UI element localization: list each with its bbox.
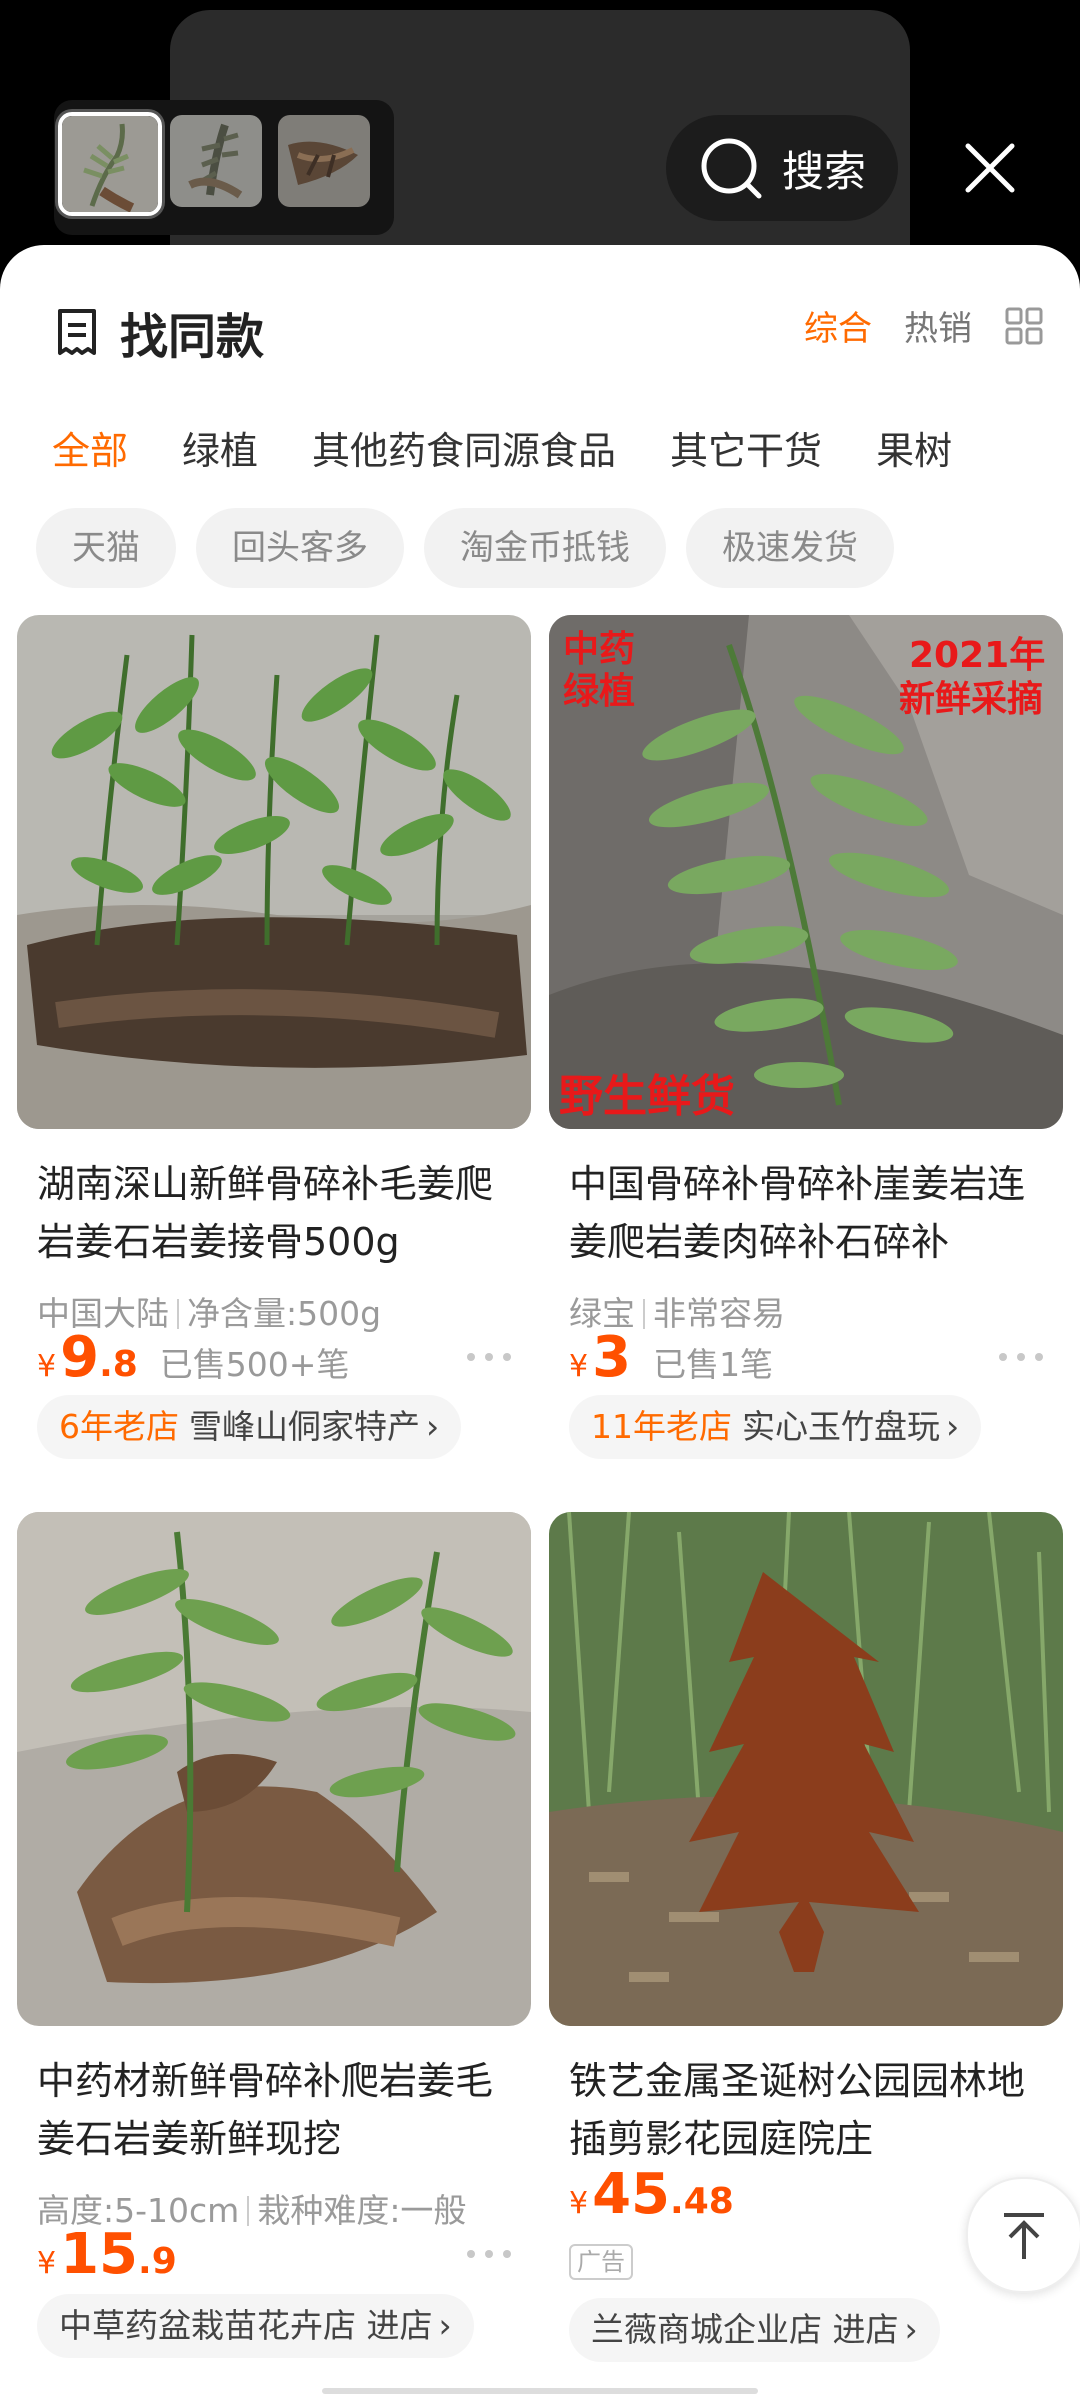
product-price: ¥ 15 .9	[37, 2222, 177, 2287]
sort-bestselling[interactable]: 热销	[904, 301, 972, 350]
back-to-top-button[interactable]	[966, 2177, 1080, 2293]
close-icon[interactable]	[962, 140, 1018, 196]
chevron-right-icon: ›	[946, 1407, 960, 1446]
attr-divider	[247, 2196, 250, 2226]
currency-symbol: ¥	[569, 1349, 589, 1384]
more-options-icon[interactable]	[467, 2250, 511, 2260]
list-icon	[58, 309, 96, 355]
overlay-text-top-left: 中药	[563, 629, 635, 670]
overlay-text-bottom-left: 野生鲜货	[559, 1071, 735, 1122]
arrow-up-icon	[1004, 2213, 1044, 2259]
shop-link[interactable]: 兰薇商城企业店 进店 ›	[569, 2298, 940, 2362]
sort-bar: 综合 热销 价格	[804, 301, 1044, 1069]
shop-link[interactable]: 6年老店 雪峰山侗家特产 ›	[37, 1395, 462, 1459]
more-options-icon[interactable]	[467, 1353, 511, 1363]
thumbnail-2[interactable]	[170, 115, 262, 207]
price-integer: 9	[60, 1325, 100, 1390]
chip-taojinbi[interactable]: 淘金币抵钱	[424, 508, 666, 588]
ad-badge: 广告	[569, 2244, 633, 2280]
attr-difficulty: 栽种难度:一般	[257, 2191, 467, 2230]
thumbnail-1-selected[interactable]	[58, 112, 162, 216]
enter-shop-label: 进店	[366, 2306, 433, 2345]
price-integer: 3	[592, 1325, 632, 1390]
tab-dry-goods[interactable]: 其它干货	[670, 420, 822, 475]
currency-symbol: ¥	[569, 2186, 589, 2221]
shop-name: 兰薇商城企业店	[591, 2310, 822, 2349]
overlay-text-top-left-2: 绿植	[563, 671, 635, 712]
tab-medicinal-food[interactable]: 其他药食同源食品	[312, 420, 616, 475]
filter-chips: 天猫 回头客多 淘金币抵钱 极速发货	[36, 508, 894, 588]
thumbnail-3[interactable]	[278, 115, 370, 207]
product-title[interactable]: 铁艺金属圣诞树公园园林地插剪影花园庭院庄	[569, 2052, 1059, 2168]
product-image[interactable]	[17, 615, 531, 1129]
chevron-right-icon: ›	[438, 2306, 452, 2345]
sold-count: 已售500+笔	[159, 1345, 350, 1384]
product-title[interactable]: 中国骨碎补骨碎补崖姜岩连姜爬岩姜肉碎补石碎补	[569, 1155, 1059, 1271]
shop-link[interactable]: 11年老店 实心玉竹盘玩 ›	[569, 1395, 982, 1459]
sheet-header: 找同款	[52, 297, 264, 367]
shop-age-badge: 11年老店	[591, 1407, 732, 1446]
shop-name: 中草药盆栽苗花卉店	[59, 2306, 356, 2345]
product-image[interactable]	[549, 1512, 1063, 2026]
top-bar: 搜索	[0, 0, 1080, 260]
chip-tmall[interactable]: 天猫	[36, 508, 176, 588]
price-integer: 45	[592, 2162, 671, 2227]
grid-view-icon[interactable]	[1004, 306, 1044, 346]
sold-count: 已售1笔	[653, 1345, 774, 1384]
shop-name: 雪峰山侗家特产	[189, 1407, 420, 1446]
price-integer: 15	[60, 2222, 139, 2287]
tab-fruit-trees[interactable]: 果树	[876, 420, 952, 475]
category-tabs: 全部 绿植 其他药食同源食品 其它干货 果树	[52, 420, 952, 475]
tab-all[interactable]: 全部	[52, 420, 128, 475]
chevron-right-icon: ›	[904, 2310, 918, 2349]
search-label: 搜索	[781, 146, 866, 196]
currency-symbol: ¥	[37, 1349, 57, 1384]
product-price: ¥ 3 已售1笔	[569, 1325, 773, 1390]
product-image[interactable]: 中药 绿植 2021年 新鲜采摘 野生鲜货	[549, 615, 1063, 1129]
chevron-right-icon: ›	[426, 1407, 440, 1446]
sort-comprehensive[interactable]: 综合	[804, 301, 872, 350]
product-price: ¥ 45 .48	[569, 2162, 734, 2227]
product-price: ¥ 9 .8 已售500+笔	[37, 1325, 349, 1390]
price-decimal: .9	[138, 2241, 177, 2282]
more-options-icon[interactable]	[999, 1353, 1043, 1363]
price-decimal: .48	[670, 2181, 734, 2222]
enter-shop-label: 进店	[832, 2310, 899, 2349]
shop-name: 实心玉竹盘玩	[742, 1407, 940, 1446]
chip-repeat-customers[interactable]: 回头客多	[196, 508, 404, 588]
ad-label: 广告	[569, 2244, 633, 2280]
shop-link[interactable]: 中草药盆栽苗花卉店 进店 ›	[37, 2294, 474, 2358]
home-indicator	[322, 2388, 758, 2394]
shop-age-badge: 6年老店	[59, 1407, 179, 1446]
price-decimal: .8	[99, 1344, 138, 1385]
tab-green-plants[interactable]: 绿植	[182, 420, 258, 475]
overlay-text-top-right-2: 新鲜采摘	[899, 678, 1043, 720]
search-icon	[701, 138, 762, 199]
currency-symbol: ¥	[37, 2246, 57, 2281]
product-title[interactable]: 湖南深山新鲜骨碎补毛姜爬岩姜石岩姜接骨500g	[37, 1155, 527, 1271]
product-title[interactable]: 中药材新鲜骨碎补爬岩姜毛姜石岩姜新鲜现挖	[37, 2052, 527, 2168]
overlay-text-top-right: 2021年	[909, 635, 1045, 676]
product-image[interactable]	[17, 1512, 531, 2026]
image-search-button[interactable]: 搜索	[666, 115, 898, 221]
chip-fast-delivery[interactable]: 极速发货	[686, 508, 894, 588]
page-title: 找同款	[120, 309, 265, 365]
